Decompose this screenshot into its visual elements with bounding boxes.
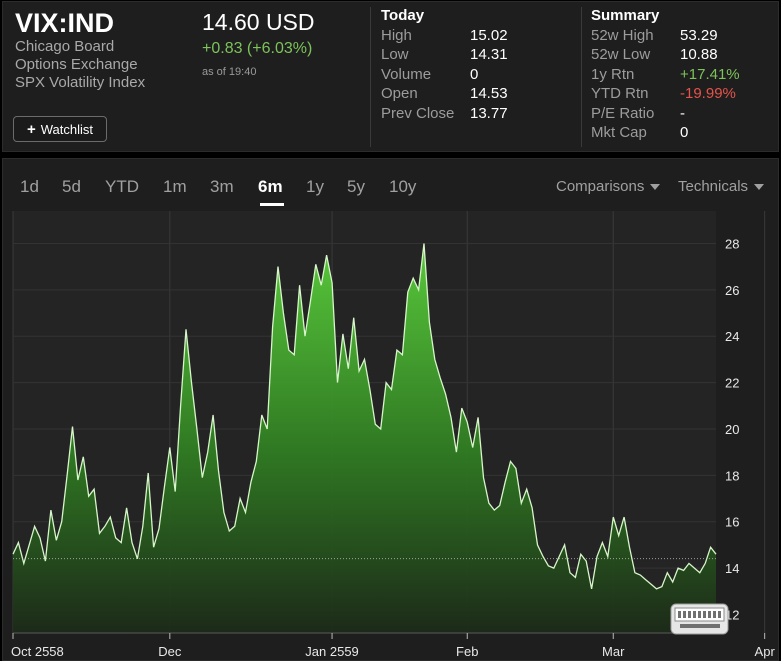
summary-label: 1y Rtn <box>591 65 635 83</box>
y-tick-label: 26 <box>725 283 739 298</box>
today-label: Volume <box>381 65 432 83</box>
exchange-line-1: Chicago Board <box>15 38 115 55</box>
summary-value: 0 <box>680 124 689 141</box>
y-tick-label: 18 <box>725 468 739 483</box>
summary-label: P/E Ratio <box>591 104 655 122</box>
summary-value: 10.88 <box>680 46 718 64</box>
exchange-line-2: Options Exchange <box>15 56 138 73</box>
price-chart[interactable]: 121416182022242628Oct 2558 Dec Jan 2559 Feb… <box>3 159 779 661</box>
divider <box>581 7 582 147</box>
x-tick-label: Dec <box>158 644 182 659</box>
price-change: +0.83 (+6.03%) <box>202 40 313 57</box>
summary-label: YTD Rtn <box>591 85 649 103</box>
today-title: Today <box>381 7 425 24</box>
today-value: 14.53 <box>470 85 508 103</box>
watchlist-label: Watchlist <box>40 121 93 137</box>
keyboard-icon[interactable] <box>670 603 730 639</box>
summary-value: -19.99% <box>680 85 736 103</box>
today-label: Open <box>381 85 418 103</box>
chart-panel: 1d 5d YTD 1m 3m 6m 1y 5y 10y Comparisons Technic… <box>2 158 779 661</box>
x-tick-label: Apr <box>755 644 776 659</box>
as-of-time: as of 19:40 <box>202 66 257 78</box>
y-tick-label: 22 <box>725 376 739 391</box>
today-value: 14.31 <box>470 46 508 64</box>
summary-label: 52w Low <box>591 46 651 64</box>
exchange-line-3: SPX Volatility Index <box>15 74 146 91</box>
today-label: High <box>381 27 412 44</box>
divider <box>370 7 371 147</box>
today-value: 15.02 <box>470 27 508 44</box>
y-tick-label: 14 <box>725 561 739 576</box>
x-tick-label: Jan 2559 <box>305 644 359 659</box>
today-value: 0 <box>470 65 479 83</box>
y-tick-label: 16 <box>725 515 739 530</box>
x-tick-label: Mar <box>602 644 625 659</box>
summary-value: - <box>680 104 685 122</box>
today-label: Prev Close <box>381 104 455 122</box>
quote-header-panel: VIX:IND Chicago Board Options Exchange S… <box>2 1 779 152</box>
summary-label: 52w High <box>591 27 654 44</box>
x-tick-label: Oct 2558 <box>11 644 64 659</box>
today-value: 13.77 <box>470 104 508 122</box>
y-tick-label: 20 <box>725 422 739 437</box>
summary-label: Mkt Cap <box>591 124 647 141</box>
y-tick-label: 24 <box>725 329 739 344</box>
x-tick-label: Feb <box>456 644 478 659</box>
plus-icon: + <box>26 120 36 138</box>
last-price: 14.60 USD <box>202 9 315 35</box>
add-to-watchlist-button[interactable]: + Watchlist <box>13 116 107 142</box>
summary-value: 53.29 <box>680 27 718 44</box>
y-tick-label: 28 <box>725 236 739 251</box>
ticker-symbol: VIX:IND <box>15 8 115 38</box>
summary-value: +17.41% <box>680 65 740 83</box>
summary-title: Summary <box>591 7 660 24</box>
today-label: Low <box>381 46 409 64</box>
